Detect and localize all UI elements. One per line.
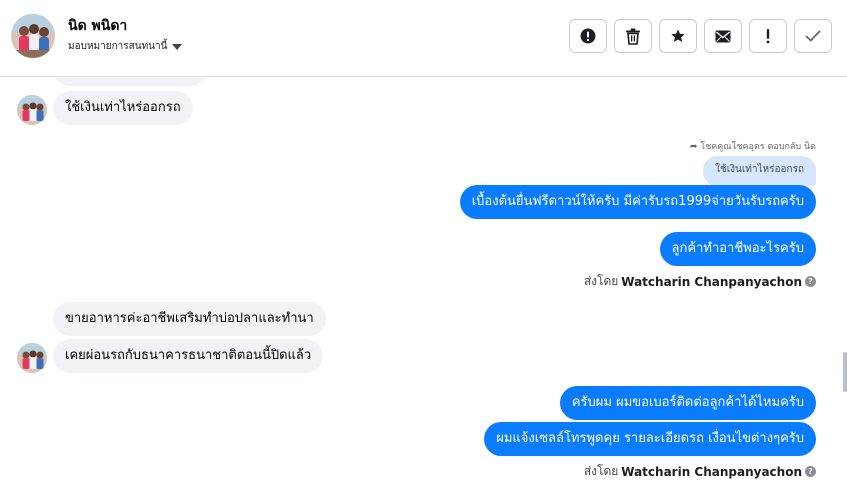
report-spam-button[interactable] [569, 19, 607, 53]
delete-button[interactable] [614, 19, 652, 53]
message-bubble-incoming[interactable]: ใช้เงินเท่าไหร่ออกรถ [53, 91, 193, 125]
reply-label: ➦ โชคคูณโชคอุดร ตอบกลับ นิด [689, 142, 816, 152]
help-icon[interactable]: ? [805, 466, 816, 477]
sent-by-label: ส่งโดย Watcharin Chanpanyachon ? [584, 272, 816, 291]
conversation-actions [569, 19, 832, 53]
envelope-icon [715, 30, 731, 42]
message-bubble-partial[interactable] [53, 78, 207, 86]
exclamation-icon [766, 29, 770, 44]
quoted-message[interactable]: ใช้เงินเท่าไหร่ออกรถ [703, 156, 816, 186]
caret-down-icon [172, 43, 183, 50]
star-button[interactable] [659, 19, 697, 53]
assign-conversation-dropdown[interactable]: มอบหมายการสนทนานี้ [68, 39, 183, 54]
contact-avatar[interactable] [11, 14, 55, 58]
assign-label: มอบหมายการสนทนานี้ [68, 41, 168, 52]
message-thread[interactable]: ใช้เงินเท่าไหร่ออกรถ ➦ โชคคูณโชคอุดร ตอบ… [0, 78, 847, 482]
reply-arrow-icon: ➦ [689, 142, 698, 152]
checkmark-icon [805, 30, 821, 42]
message-bubble-incoming[interactable]: เคยผ่อนรถกับธนาคารธนาชาติตอนนี้ปิดแล้ว [53, 339, 324, 373]
mark-done-button[interactable] [794, 19, 832, 53]
contact-avatar-small[interactable] [17, 95, 47, 125]
mark-unread-button[interactable] [704, 19, 742, 53]
message-bubble-outgoing[interactable]: ผมแจ้งเซลล์โทรพูดคุย รายละเอียดรถ เงื่อน… [484, 422, 816, 456]
message-bubble-outgoing[interactable]: เบื้องต้นยื่นฟรีดาวน์ให้ครับ มีค่ารับรถ1… [459, 185, 816, 219]
message-bubble-outgoing[interactable]: ครับผม ผมขอเบอร์ติดต่อลูกค้าได้ไหมครับ [559, 386, 816, 420]
trash-icon [626, 28, 640, 45]
scrollbar-thumb[interactable] [843, 352, 847, 392]
sender-name[interactable]: Watcharin Chanpanyachon [621, 465, 802, 479]
message-bubble-incoming[interactable]: ขายอาหารค่ะอาชีพเสริมทำบ่อปลาและทำนา [53, 302, 326, 336]
message-bubble-outgoing[interactable]: ลูกค้าทำอาชีพอะไรครับ [659, 232, 816, 266]
contact-name: นิด พนิดา [68, 18, 128, 34]
sender-name[interactable]: Watcharin Chanpanyachon [621, 275, 802, 289]
conversation-header: นิด พนิดา มอบหมายการสนทนานี้ [0, 0, 847, 77]
sent-by-label: ส่งโดย Watcharin Chanpanyachon ? [584, 462, 816, 481]
contact-avatar-small[interactable] [17, 343, 47, 373]
star-icon [671, 29, 685, 42]
help-icon[interactable]: ? [805, 276, 816, 287]
exclamation-circle-icon [580, 28, 596, 44]
follow-up-button[interactable] [749, 19, 787, 53]
